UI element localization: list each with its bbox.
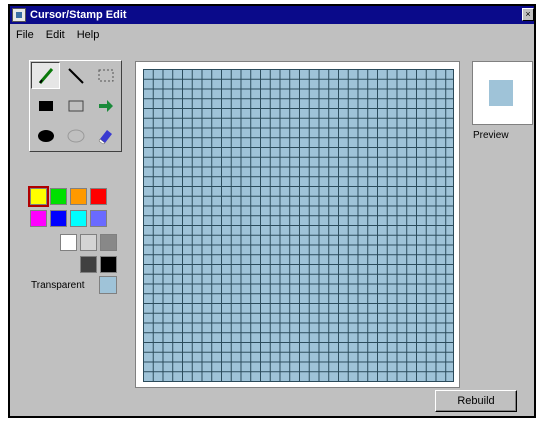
color-swatch-orange[interactable] [70,188,87,205]
preview-image [489,80,513,106]
line-tool[interactable] [61,62,90,89]
window-title: Cursor/Stamp Edit [30,9,127,21]
color-swatch-yellow[interactable] [28,186,49,207]
rectangle-tool[interactable] [61,92,90,119]
selection-icon [98,69,113,81]
filled-ellipse-icon [37,129,54,142]
title-bar[interactable]: Cursor/Stamp Edit × [10,6,534,24]
pixel-grid[interactable] [143,69,454,382]
menu-file[interactable]: File [16,29,34,41]
transparent-color-swatch[interactable] [99,276,117,294]
color-swatch-magenta[interactable] [30,210,47,227]
cursor-stamp-edit-window: Cursor/Stamp Edit × File Edit Help Trans… [8,4,536,418]
color-swatch-cyan[interactable] [70,210,87,227]
color-swatch-dark-gray[interactable] [80,256,97,273]
menu-edit[interactable]: Edit [46,29,65,41]
pencil-tool[interactable] [31,62,60,89]
color-swatch-gray[interactable] [100,234,117,251]
ellipse-icon [67,129,84,142]
color-swatch-periwinkle[interactable] [90,210,107,227]
filled-rectangle-icon [38,100,53,111]
preview-label: Preview [473,130,509,141]
selection-tool[interactable] [91,62,120,89]
arrow-tool[interactable] [91,92,120,119]
color-swatch-green[interactable] [50,188,67,205]
line-icon [67,67,84,84]
color-swatch-black[interactable] [100,256,117,273]
color-swatch-blue[interactable] [50,210,67,227]
eraser-tool[interactable] [91,122,120,149]
close-button[interactable]: × [522,8,534,21]
color-swatch-light-gray[interactable] [80,234,97,251]
editing-canvas-frame [135,61,460,388]
ellipse-tool[interactable] [61,122,90,149]
color-swatch-white[interactable] [60,234,77,251]
rectangle-icon [68,100,83,111]
preview-box [472,61,533,125]
eraser-icon [98,129,112,144]
filled-ellipse-tool[interactable] [31,122,60,149]
arrow-icon [98,99,113,112]
rebuild-button[interactable]: Rebuild [435,390,517,412]
tool-palette [29,60,122,152]
transparent-label: Transparent [31,280,85,291]
color-swatch-red[interactable] [90,188,107,205]
menu-bar: File Edit Help [10,26,534,44]
filled-rectangle-tool[interactable] [31,92,60,119]
pencil-icon [38,67,53,84]
app-icon [12,8,26,22]
menu-help[interactable]: Help [77,29,100,41]
